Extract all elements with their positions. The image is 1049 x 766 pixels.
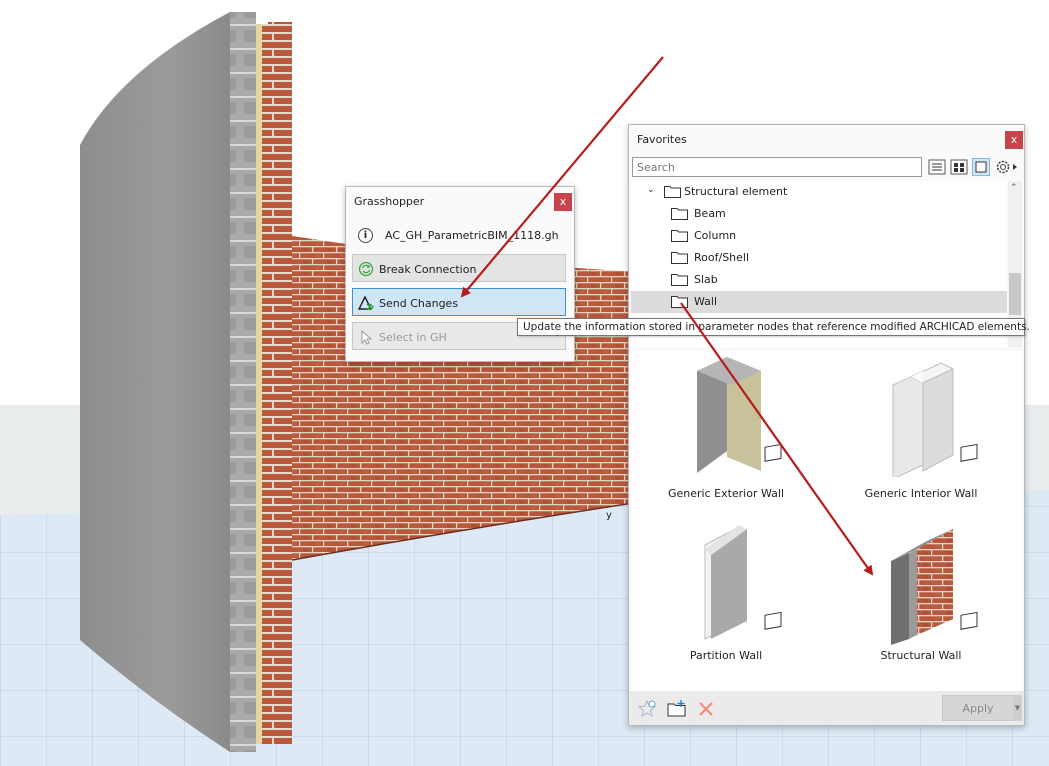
cursor-icon	[361, 329, 373, 345]
folder-icon	[664, 186, 681, 198]
grid-view-icon[interactable]	[950, 158, 968, 176]
favorites-title: Favorites	[637, 133, 687, 146]
folder-icon	[671, 230, 688, 242]
grasshopper-close-button[interactable]: x	[554, 193, 572, 211]
settings-gear-icon[interactable]	[994, 158, 1020, 176]
break-connection-button[interactable]: Break Connection	[352, 254, 566, 282]
info-icon: i	[358, 228, 373, 243]
tree-item-slab[interactable]: Slab	[631, 269, 1007, 291]
tree-item-roof-shell[interactable]: Roof/Shell	[631, 247, 1007, 269]
search-box[interactable]	[632, 157, 922, 177]
refresh-icon	[358, 261, 374, 277]
scroll-thumb[interactable]	[1009, 273, 1021, 315]
tree-label: Slab	[694, 273, 718, 286]
grasshopper-title: Grasshopper	[354, 195, 425, 208]
favorites-footer: Apply ▼	[629, 691, 1024, 725]
send-changes-icon	[358, 295, 374, 311]
send-changes-label: Send Changes	[379, 297, 459, 310]
large-preview-icon[interactable]	[972, 158, 990, 176]
tile-label-structural: Structural Wall	[880, 649, 962, 662]
gray-wall-face	[80, 12, 230, 752]
break-connection-label: Break Connection	[379, 263, 477, 276]
tree-item-wall[interactable]: Wall	[631, 291, 1007, 313]
folder-icon	[671, 208, 688, 220]
folder-icon	[671, 296, 688, 308]
axis-y-label: y	[606, 510, 612, 521]
send-changes-button[interactable]: Send Changes	[352, 288, 566, 316]
add-favorite-star-icon[interactable]	[637, 699, 657, 719]
tree-item-column[interactable]: Column	[631, 225, 1007, 247]
send-changes-tooltip: Update the information stored in paramet…	[517, 318, 1030, 336]
tree-label: Structural element	[684, 185, 788, 198]
search-input[interactable]	[633, 158, 921, 176]
select-in-gh-label: Select in GH	[379, 331, 447, 344]
favorites-close-button[interactable]: x	[1005, 131, 1023, 149]
tile-label-partition: Partition Wall	[689, 649, 763, 662]
folder-icon	[671, 274, 688, 286]
new-folder-icon[interactable]	[667, 699, 687, 719]
tree-item-structural-element[interactable]: ⌄ Structural element	[631, 181, 1007, 203]
tree-label: Column	[694, 229, 737, 242]
structural-wall-thumbnail[interactable]	[883, 519, 983, 649]
exterior-wall-thumbnail[interactable]	[687, 357, 787, 477]
tree-item-beam[interactable]: Beam	[631, 203, 1007, 225]
favorites-grid: Generic Exterior Wall Generic Interior W…	[631, 351, 1022, 691]
folder-icon	[671, 252, 688, 264]
tree-label: Wall	[694, 295, 718, 308]
list-view-icon[interactable]	[928, 158, 946, 176]
file-name: AC_GH_ParametricBIM_1118.gh	[385, 229, 559, 242]
brick-layer	[262, 22, 292, 744]
tree-label: Roof/Shell	[694, 251, 750, 264]
favorites-panel: Favorites x ⌄ Structural element	[628, 124, 1025, 726]
apply-button[interactable]: Apply	[942, 695, 1014, 721]
tree-label: Beam	[694, 207, 726, 220]
block-layer	[230, 12, 256, 752]
chevron-down-icon[interactable]: ⌄	[647, 185, 655, 195]
apply-dropdown-icon[interactable]: ▼	[1013, 695, 1022, 721]
scroll-up-icon[interactable]: ⌃	[1010, 183, 1018, 193]
delete-icon[interactable]	[697, 700, 715, 718]
interior-wall-thumbnail[interactable]	[883, 357, 983, 477]
partition-wall-thumbnail[interactable]	[687, 519, 787, 649]
tile-label-exterior: Generic Exterior Wall	[667, 487, 785, 500]
tile-label-interior: Generic Interior Wall	[864, 487, 978, 500]
